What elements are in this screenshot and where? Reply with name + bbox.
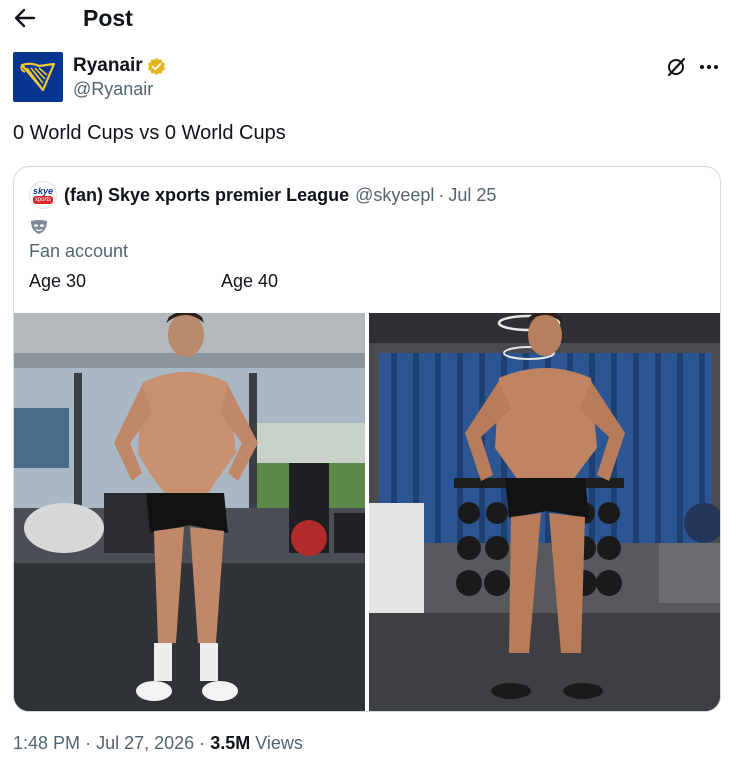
meta-separator-1: · xyxy=(85,733,92,753)
tweet-text: 0 World Cups vs 0 World Cups xyxy=(13,122,286,144)
author-name[interactable]: Ryanair xyxy=(73,55,166,77)
quoted-bio: Fan account xyxy=(29,241,129,261)
mask-emoji-icon xyxy=(31,220,47,234)
gold-verified-badge-icon xyxy=(147,57,165,75)
quoted-author-handle[interactable]: @skyeepl xyxy=(355,185,434,206)
photo-right[interactable] xyxy=(369,313,720,711)
quoted-post-header: skye xports (fan) Skye xports premier Le… xyxy=(29,181,496,209)
quoted-date[interactable]: Jul 25 xyxy=(448,185,496,206)
author-handle[interactable]: @Ryanair xyxy=(73,79,153,100)
author-name-text[interactable]: Ryanair xyxy=(73,55,143,77)
page-title: Post xyxy=(83,5,133,31)
quoted-separator: · xyxy=(438,184,445,205)
meta-separator-2: · xyxy=(199,733,206,753)
post-time[interactable]: 1:48 PM xyxy=(13,733,80,753)
label-left: Age 30 xyxy=(29,271,87,291)
photo-left-graphic xyxy=(14,313,365,711)
photo-left[interactable] xyxy=(14,313,365,711)
quoted-avatar-text-top: skye xyxy=(32,185,54,196)
more-icon xyxy=(700,65,718,69)
grok-icon xyxy=(667,57,686,77)
post-meta: 1:48 PM · Jul 27, 2026 · 3.5M Views xyxy=(13,733,303,754)
quoted-author-name[interactable]: (fan) Skye xports premier League xyxy=(64,185,349,206)
views-count: 3.5M xyxy=(210,733,251,753)
top-bar: Post xyxy=(0,0,736,36)
arrow-left-icon xyxy=(14,8,36,28)
ryanair-harp-logo-icon xyxy=(20,62,56,92)
more-button[interactable] xyxy=(696,54,722,80)
post-date[interactable]: Jul 27, 2026 xyxy=(96,733,194,753)
photo-right-graphic xyxy=(369,313,720,711)
back-button[interactable] xyxy=(10,3,40,33)
quoted-avatar[interactable]: skye xports xyxy=(29,181,57,209)
label-right: Age 40 xyxy=(221,271,279,291)
views-label: Views xyxy=(255,733,303,753)
quoted-post[interactable]: skye xports (fan) Skye xports premier Le… xyxy=(13,166,721,712)
quoted-avatar-text-bottom: xports xyxy=(32,195,54,204)
avatar[interactable] xyxy=(13,52,63,102)
author-row: Ryanair @Ryanair xyxy=(13,52,718,104)
grok-button[interactable] xyxy=(663,54,689,80)
